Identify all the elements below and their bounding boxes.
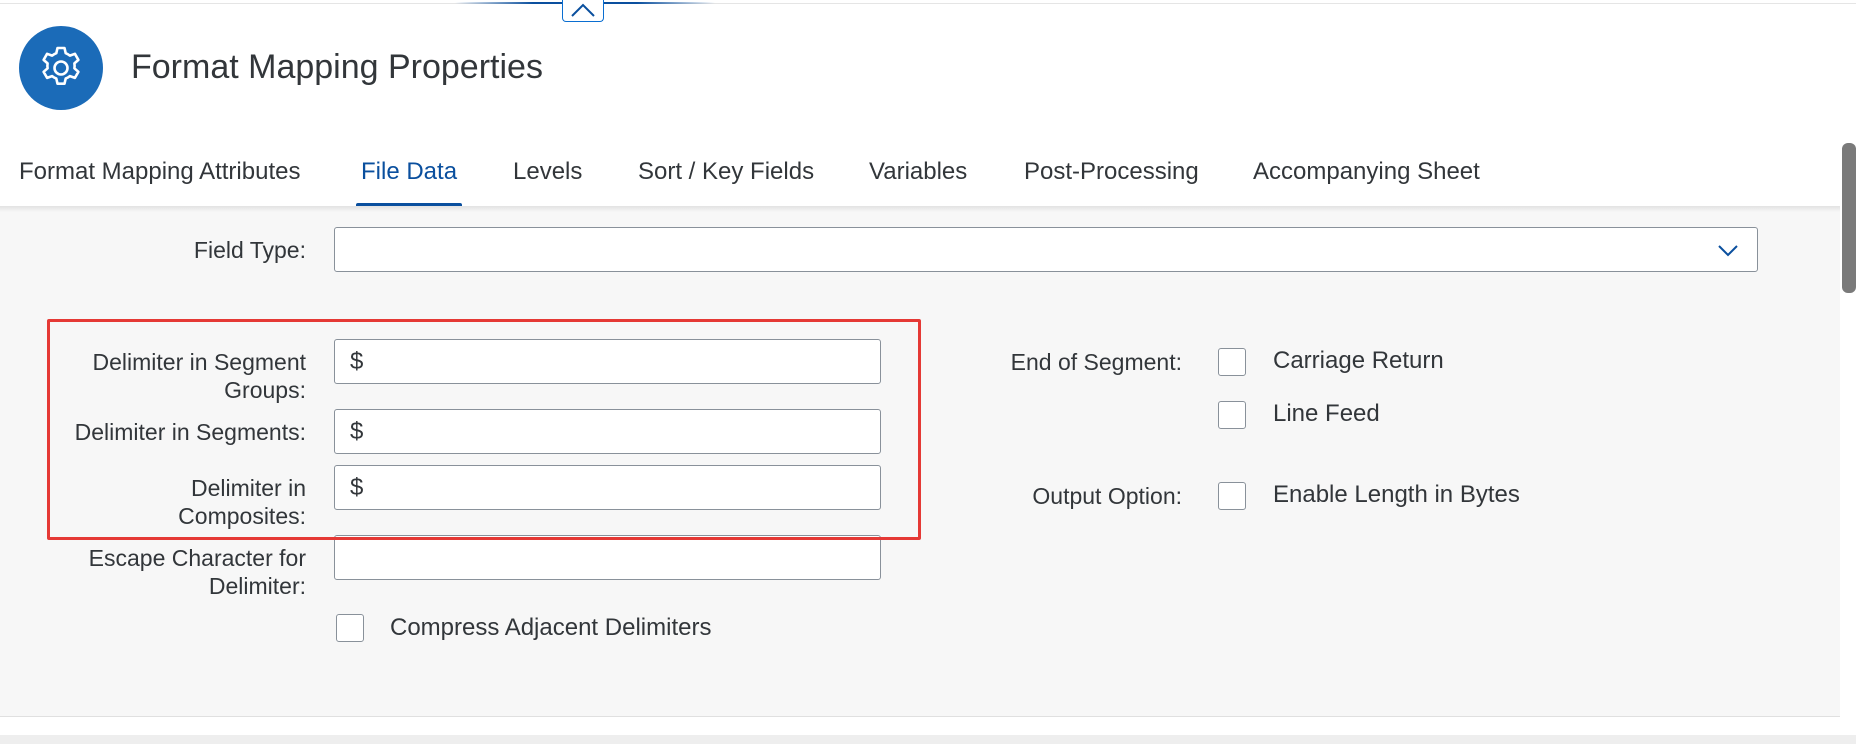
form-content-area	[0, 206, 1840, 716]
tab-bar: Format Mapping Attributes File Data Leve…	[0, 150, 1840, 206]
delimiter-composites-label: Delimiter in Composites:	[178, 475, 306, 529]
delimiter-composites-input[interactable]: $	[334, 465, 881, 510]
page-title: Format Mapping Properties	[131, 48, 543, 86]
carriage-return-label[interactable]: Carriage Return	[1273, 347, 1444, 375]
tab-format-mapping-attributes[interactable]: Format Mapping Attributes	[19, 150, 300, 206]
compress-adjacent-label[interactable]: Compress Adjacent Delimiters	[390, 614, 711, 642]
escape-character-input[interactable]	[334, 535, 881, 580]
chevron-up-icon	[571, 3, 595, 17]
tab-file-data[interactable]: File Data	[355, 150, 463, 206]
delimiter-segment-groups-label: Delimiter in Segment Groups:	[92, 349, 306, 403]
delimiter-segments-label: Delimiter in Segments:	[74, 419, 306, 445]
tab-sort-key-fields[interactable]: Sort / Key Fields	[638, 150, 814, 206]
top-divider	[0, 3, 1856, 4]
tab-bar-shadow	[0, 206, 1840, 212]
tab-accompanying-sheet[interactable]: Accompanying Sheet	[1253, 150, 1480, 206]
gear-icon	[42, 46, 80, 85]
carriage-return-checkbox[interactable]	[1218, 348, 1246, 376]
field-type-select[interactable]	[334, 227, 1758, 272]
tab-variables[interactable]: Variables	[869, 150, 967, 206]
vertical-scrollbar-thumb[interactable]	[1842, 143, 1856, 293]
tab-post-processing[interactable]: Post-Processing	[1024, 150, 1199, 206]
delimiter-segment-groups-input[interactable]: $	[334, 339, 881, 384]
collapse-header-button[interactable]	[562, 0, 604, 22]
end-of-segment-label: End of Segment:	[1010, 349, 1182, 375]
delimiter-segments-input[interactable]: $	[334, 409, 881, 454]
compress-adjacent-checkbox[interactable]	[336, 614, 364, 642]
enable-length-bytes-label[interactable]: Enable Length in Bytes	[1273, 481, 1520, 509]
chevron-down-icon	[1718, 245, 1738, 257]
output-option-label: Output Option:	[1032, 483, 1182, 509]
enable-length-bytes-checkbox[interactable]	[1218, 482, 1246, 510]
header-avatar	[19, 26, 103, 110]
escape-character-label: Escape Character for Delimiter:	[88, 545, 306, 599]
line-feed-checkbox[interactable]	[1218, 401, 1246, 429]
tab-levels[interactable]: Levels	[513, 150, 582, 206]
line-feed-label[interactable]: Line Feed	[1273, 400, 1380, 428]
footer-shadow	[0, 735, 1856, 744]
field-type-label: Field Type:	[193, 237, 306, 263]
